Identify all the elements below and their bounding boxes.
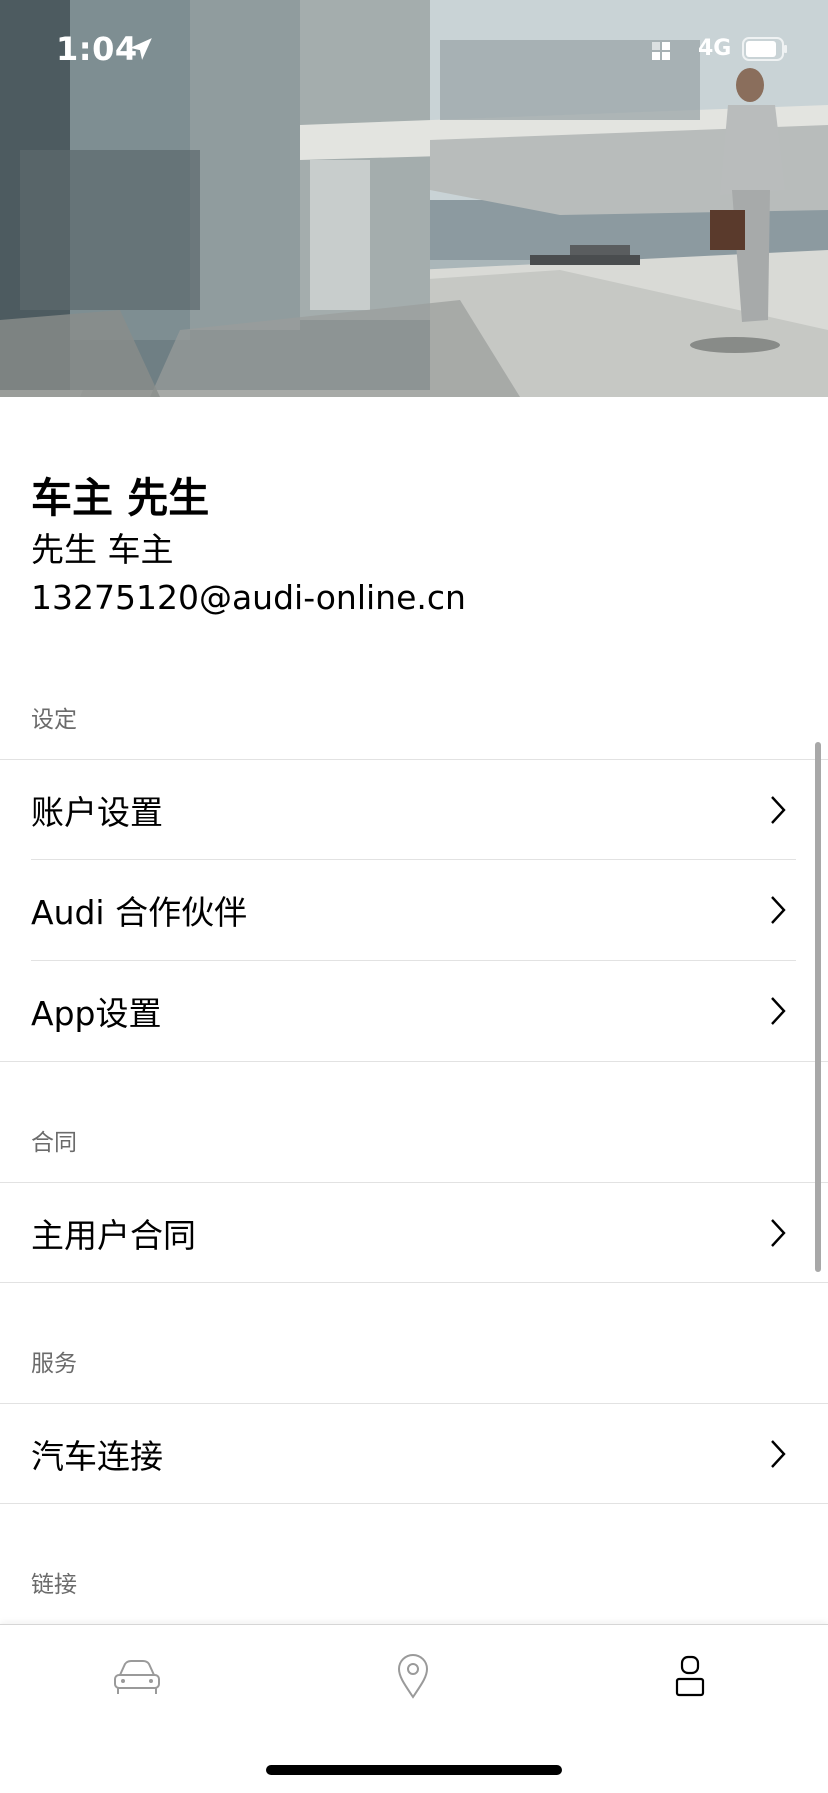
- chevron-right-icon: [771, 1440, 786, 1468]
- list-item-label: App设置: [31, 994, 162, 1033]
- chevron-right-icon: [771, 997, 786, 1025]
- location-pin-icon[interactable]: [396, 1653, 430, 1699]
- status-bar: 1:04 4G: [0, 0, 828, 100]
- list-item-label: Audi 合作伙伴: [31, 893, 248, 932]
- scroll-indicator[interactable]: [815, 742, 821, 1272]
- section-header-settings: 设定: [31, 707, 77, 733]
- divider: [0, 1061, 828, 1062]
- chevron-right-icon: [771, 1219, 786, 1247]
- list-item-main-user-contract[interactable]: 主用户合同: [0, 1183, 828, 1283]
- network-type: 4G: [698, 36, 732, 61]
- list-item-label: 主用户合同: [31, 1216, 196, 1255]
- list-item-account-settings[interactable]: 账户设置: [0, 760, 828, 860]
- chevron-right-icon: [771, 796, 786, 824]
- list-item-car-connect[interactable]: 汽车连接: [0, 1404, 828, 1504]
- location-arrow-icon: [130, 38, 152, 60]
- home-indicator: [266, 1765, 562, 1775]
- profile-info: 车主 先生 先生 车主 13275120@audi-online.cn: [31, 470, 791, 622]
- section-header-services: 服务: [31, 1351, 77, 1377]
- list-item-label: 汽车连接: [31, 1437, 163, 1476]
- list-item-label: 账户设置: [31, 793, 163, 832]
- status-time: 1:04: [56, 30, 138, 68]
- section-header-contracts: 合同: [31, 1130, 77, 1156]
- divider: [0, 1282, 828, 1283]
- divider: [0, 1503, 828, 1504]
- battery-icon: [742, 37, 787, 61]
- profile-subtitle: 先生 车主: [31, 530, 174, 569]
- person-icon[interactable]: [674, 1655, 706, 1697]
- list-item-audi-partner[interactable]: Audi 合作伙伴: [0, 860, 828, 960]
- profile-name: 车主 先生: [31, 474, 210, 522]
- profile-email: 13275120@audi-online.cn: [31, 578, 466, 617]
- chevron-right-icon: [771, 896, 786, 924]
- list-item-app-settings[interactable]: App设置: [0, 961, 828, 1061]
- signal-icon: [652, 42, 670, 60]
- section-header-links: 链接: [31, 1572, 77, 1598]
- car-icon[interactable]: [112, 1657, 162, 1697]
